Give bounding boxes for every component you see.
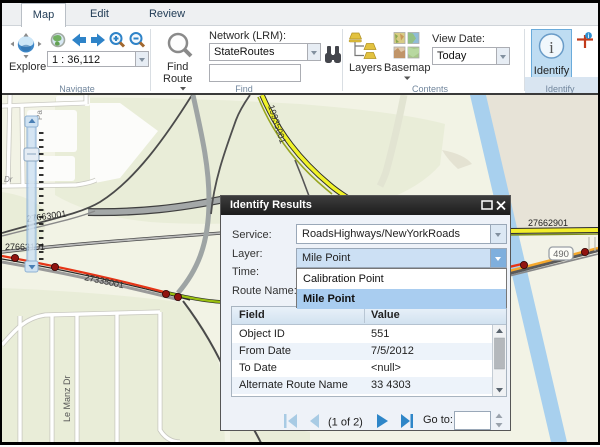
svg-text:Dr: Dr xyxy=(4,175,13,184)
svg-text:27663101: 27663101 xyxy=(5,242,45,252)
svg-text:Le Manz Dr: Le Manz Dr xyxy=(62,375,72,422)
svg-text:27662901: 27662901 xyxy=(528,218,568,228)
svg-text:(1 of 2): (1 of 2) xyxy=(328,417,363,429)
svg-text:i: i xyxy=(549,38,554,57)
svg-text:490: 490 xyxy=(553,249,569,260)
